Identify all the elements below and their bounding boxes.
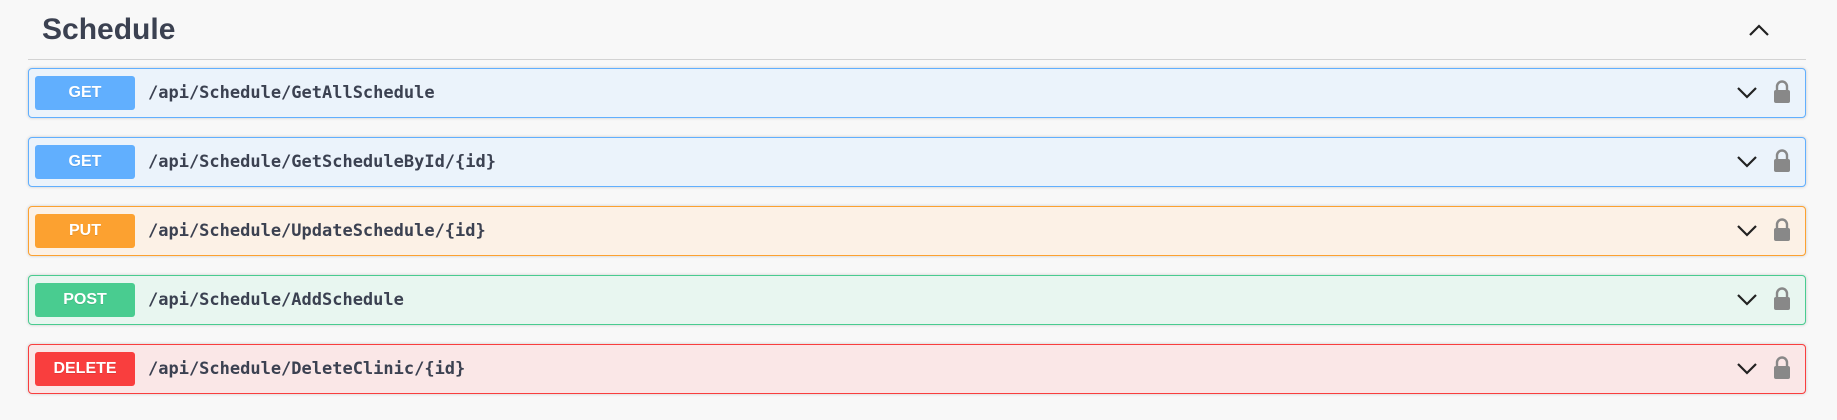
operation-path: /api/Schedule/AddSchedule xyxy=(148,290,404,310)
method-badge: GET xyxy=(35,76,135,110)
operation-add-schedule[interactable]: POST /api/Schedule/AddSchedule xyxy=(28,275,1806,325)
operation-delete-clinic[interactable]: DELETE /api/Schedule/DeleteClinic/{id} xyxy=(28,344,1806,394)
chevron-up-icon[interactable] xyxy=(1742,14,1776,46)
operation-update-schedule[interactable]: PUT /api/Schedule/UpdateSchedule/{id} xyxy=(28,206,1806,256)
operation-path: /api/Schedule/DeleteClinic/{id} xyxy=(148,359,466,379)
method-badge: POST xyxy=(35,283,135,317)
chevron-down-icon[interactable] xyxy=(1733,217,1761,245)
lock-icon[interactable] xyxy=(1771,147,1793,175)
chevron-down-icon[interactable] xyxy=(1733,148,1761,176)
section-title[interactable]: Schedule xyxy=(42,10,175,50)
operation-path: /api/Schedule/GetAllSchedule xyxy=(148,83,435,103)
method-badge: GET xyxy=(35,145,135,179)
chevron-down-icon[interactable] xyxy=(1733,286,1761,314)
lock-icon[interactable] xyxy=(1771,78,1793,106)
lock-icon[interactable] xyxy=(1771,354,1793,382)
lock-icon[interactable] xyxy=(1771,285,1793,313)
method-badge: PUT xyxy=(35,214,135,248)
method-badge: DELETE xyxy=(35,352,135,386)
operation-path: /api/Schedule/UpdateSchedule/{id} xyxy=(148,221,486,241)
operation-get-schedule-by-id[interactable]: GET /api/Schedule/GetScheduleById/{id} xyxy=(28,137,1806,187)
section-header[interactable]: Schedule xyxy=(28,0,1806,60)
lock-icon[interactable] xyxy=(1771,216,1793,244)
schedule-section: Schedule GET /api/Schedule/GetAllSchedul… xyxy=(28,0,1806,394)
operation-get-all-schedule[interactable]: GET /api/Schedule/GetAllSchedule xyxy=(28,68,1806,118)
operations-list: GET /api/Schedule/GetAllSchedule GET /ap… xyxy=(28,68,1806,413)
chevron-down-icon[interactable] xyxy=(1733,355,1761,383)
operation-path: /api/Schedule/GetScheduleById/{id} xyxy=(148,152,496,172)
chevron-down-icon[interactable] xyxy=(1733,79,1761,107)
